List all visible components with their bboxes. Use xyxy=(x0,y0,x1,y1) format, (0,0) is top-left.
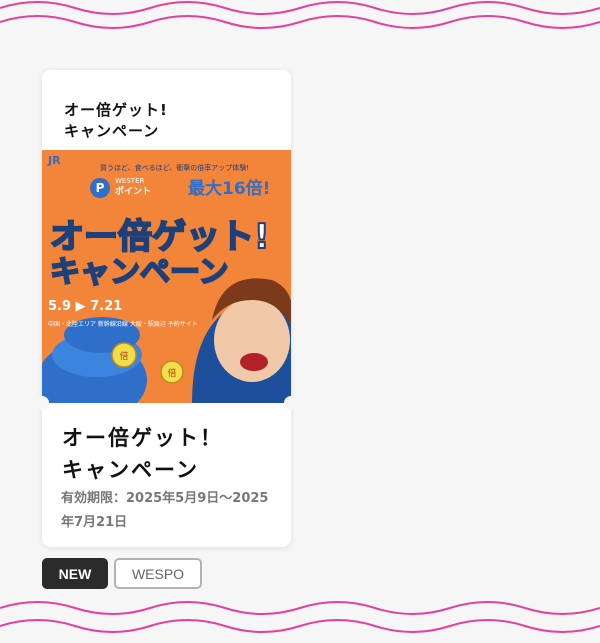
coin-label-1: 倍 xyxy=(119,350,128,362)
campaign-banner-image[interactable]: 倍 倍 JR 買うほど、食べるほど、衝撃の倍率アップ体験! P WESTER ポ… xyxy=(42,150,291,403)
jr-logo: JR xyxy=(47,154,61,167)
p-badge-label: P xyxy=(96,181,105,195)
tag-new: NEW xyxy=(42,558,108,589)
top-wave-decoration xyxy=(0,1,600,29)
card-notch-right xyxy=(284,396,298,410)
banner-tagline: 買うほど、食べるほど、衝撃の倍率アップ体験! xyxy=(100,163,249,172)
bottom-wave-decoration xyxy=(0,601,600,633)
multiplier-text: 最大16倍! xyxy=(188,178,270,199)
tag-list: NEW WESPO xyxy=(42,558,202,589)
campaign-title: オー倍ゲット！ キャンペーン xyxy=(62,426,223,482)
tag-wespo[interactable]: WESPO xyxy=(114,558,202,589)
banner-headline-2: キャンペーン xyxy=(50,255,229,290)
wester-line1: WESTER xyxy=(115,177,144,185)
banner-area: 中国・北陸エリア 新幹線沿線 大阪・駅周辺 予約サイト xyxy=(48,320,198,328)
wester-line2: ポイント xyxy=(115,185,151,197)
coin-label-2: 倍 xyxy=(167,367,176,379)
card-header-title: オー倍ゲット! キャンペーン xyxy=(64,101,168,140)
card-notch-left xyxy=(35,396,49,410)
validity-period: 有効期限：2025年5月9日〜2025年7月21日 xyxy=(61,491,269,530)
campaign-card[interactable]: オー倍ゲット! キャンペーン 倍 倍 JR 買うほど、食べるほど、衝撃の倍率アッ… xyxy=(42,70,291,547)
banner-dates: 5.9 ▶ 7.21 xyxy=(48,299,122,314)
banner-headline-1: オー倍ゲット! xyxy=(50,217,270,257)
